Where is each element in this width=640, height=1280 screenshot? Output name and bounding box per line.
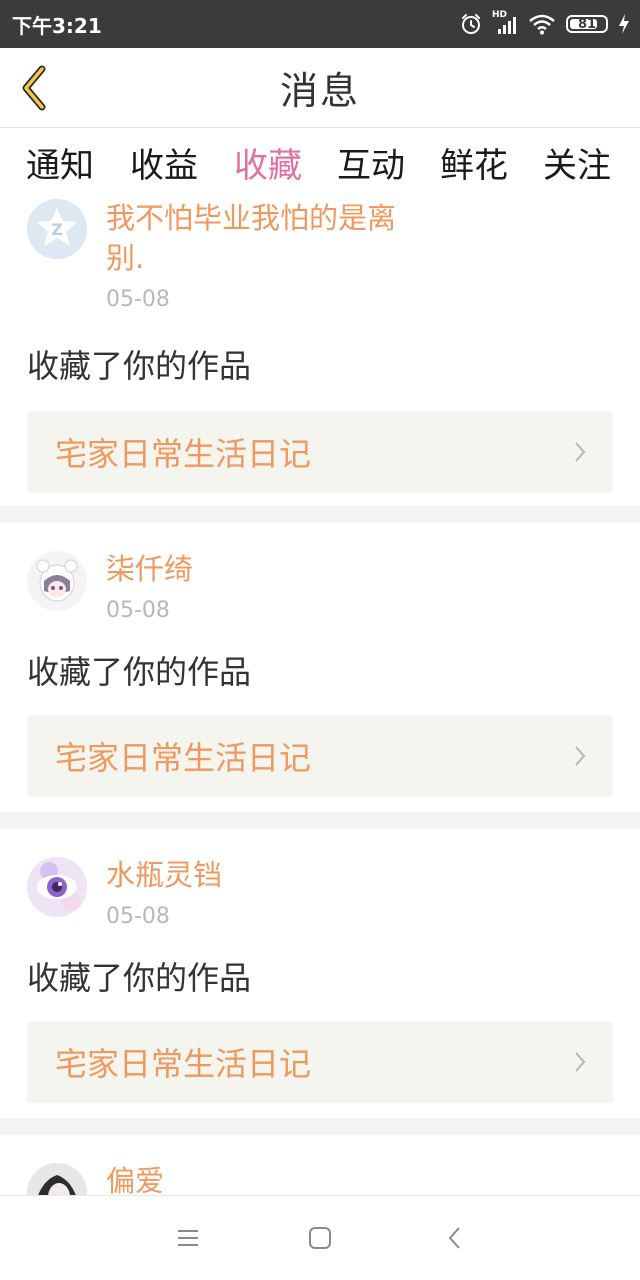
back-button[interactable] (14, 64, 54, 112)
chevron-right-icon (575, 746, 586, 766)
system-nav-bar (0, 1195, 640, 1280)
anime-girl-avatar-icon (27, 551, 87, 611)
work-title: 宅家日常生活日记 (55, 739, 312, 777)
username[interactable]: 柒仟绮 (106, 549, 193, 589)
username-line: 我不怕毕业我怕的是离 (106, 201, 397, 235)
work-title: 宅家日常生活日记 (55, 435, 312, 473)
divider (0, 1118, 640, 1135)
default-avatar-icon: Z (27, 199, 87, 259)
wifi-icon (529, 14, 555, 35)
photo-avatar-icon (27, 1163, 87, 1195)
battery-indicator: 81 (566, 15, 608, 33)
list-item: 柒仟绮 05-08 收藏了你的作品 宅家日常生活日记 (0, 523, 640, 812)
divider (0, 812, 640, 829)
page-title: 消息 (279, 69, 360, 113)
divider (0, 506, 640, 523)
status-icons: HD 81 (460, 10, 630, 35)
work-card[interactable]: 宅家日常生活日记 (27, 1021, 613, 1103)
menu-icon (178, 1230, 198, 1246)
tab-label: 关注 (543, 146, 611, 186)
purple-eye-avatar-icon (27, 857, 87, 917)
tab-flowers[interactable]: 鲜花 (440, 138, 508, 188)
chevron-right-icon (575, 442, 586, 462)
list-item: 偏爱 (0, 1135, 640, 1195)
chevron-right-icon (575, 1052, 586, 1072)
tab-label: 收藏 (234, 146, 302, 186)
signal-group: HD (492, 10, 518, 35)
tab-earnings[interactable]: 收益 (130, 138, 198, 188)
action-text: 收藏了你的作品 (27, 959, 252, 997)
menu-button[interactable] (171, 1221, 205, 1255)
message-feed[interactable]: Z 我不怕毕业我怕的是离 别. 05-08 收藏了你的作品 宅家日常生活日记 柒… (0, 198, 640, 1195)
list-item: 水瓶灵铛 05-08 收藏了你的作品 宅家日常生活日记 (0, 829, 640, 1118)
work-card[interactable]: 宅家日常生活日记 (27, 411, 613, 493)
chevron-left-icon (22, 65, 46, 111)
tab-bar: 通知 收益 收藏 互动 鲜花 关注 (0, 128, 640, 198)
tab-label: 鲜花 (440, 146, 508, 186)
username-line: 别. (106, 241, 145, 275)
system-back-button[interactable] (438, 1221, 472, 1255)
avatar[interactable] (27, 551, 87, 611)
status-bar: 下午3:21 HD 81 (0, 0, 640, 48)
feed-content: Z 我不怕毕业我怕的是离 别. 05-08 收藏了你的作品 宅家日常生活日记 柒… (0, 198, 640, 1195)
tab-label: 互动 (337, 146, 405, 186)
battery-percent: 81 (577, 16, 597, 32)
tab-following[interactable]: 关注 (543, 138, 611, 188)
work-card[interactable]: 宅家日常生活日记 (27, 715, 613, 797)
action-text: 收藏了你的作品 (27, 653, 252, 691)
alarm-icon (462, 14, 480, 34)
timestamp: 05-08 (106, 287, 170, 312)
username[interactable]: 水瓶灵铛 (106, 855, 222, 895)
avatar[interactable] (27, 1163, 87, 1195)
tab-label: 收益 (130, 146, 198, 186)
svg-text:Z: Z (51, 220, 63, 239)
avatar[interactable] (27, 857, 87, 917)
tab-favorites[interactable]: 收藏 (234, 138, 302, 188)
home-button[interactable] (303, 1221, 337, 1255)
charging-icon (619, 14, 629, 34)
app-header: 消息 (0, 48, 640, 128)
tab-label: 通知 (26, 146, 94, 186)
work-title: 宅家日常生活日记 (55, 1045, 312, 1083)
home-square-icon (309, 1227, 331, 1249)
back-triangle-icon (448, 1227, 460, 1249)
timestamp: 05-08 (106, 904, 170, 929)
action-text: 收藏了你的作品 (27, 347, 252, 385)
avatar[interactable]: Z (27, 199, 87, 259)
username[interactable]: 偏爱 (106, 1161, 164, 1195)
list-item: Z 我不怕毕业我怕的是离 别. 05-08 收藏了你的作品 宅家日常生活日记 (0, 198, 640, 506)
status-time: 下午3:21 (12, 13, 102, 38)
tab-notifications[interactable]: 通知 (26, 138, 94, 188)
tab-interactions[interactable]: 互动 (337, 138, 405, 188)
signal-icon (498, 17, 516, 34)
username[interactable]: 我不怕毕业我怕的是离 别. (106, 198, 396, 278)
timestamp: 05-08 (106, 598, 170, 623)
